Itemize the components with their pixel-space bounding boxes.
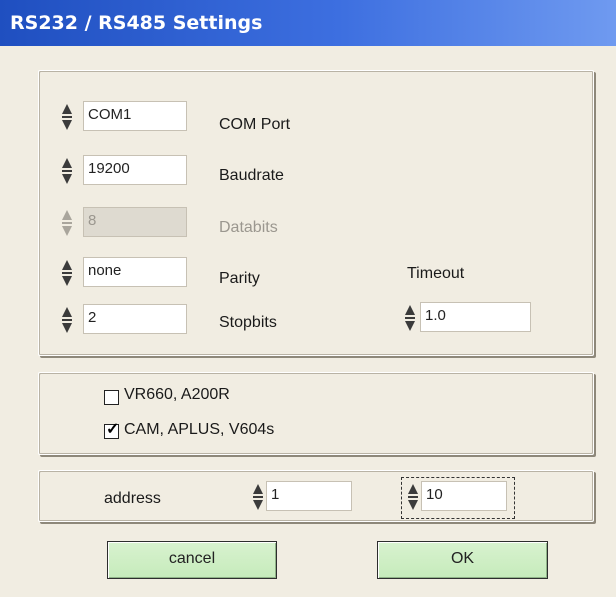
address-label: address (104, 490, 161, 507)
address2-spinner-icon[interactable] (408, 483, 418, 511)
com-port-spinner-icon[interactable] (62, 103, 72, 131)
parity-field[interactable]: none (83, 257, 187, 287)
vr660-checkbox[interactable] (104, 390, 119, 405)
stopbits-label: Stopbits (219, 314, 277, 331)
title-bar: RS232 / RS485 Settings (0, 0, 616, 46)
timeout-field[interactable]: 1.0 (420, 302, 531, 332)
checkmark-icon: ✓ (106, 421, 120, 438)
window-title: RS232 / RS485 Settings (10, 12, 263, 34)
ok-button[interactable]: OK (377, 541, 548, 579)
databits-field: 8 (83, 207, 187, 237)
device-type-panel (38, 372, 594, 455)
timeout-label: Timeout (407, 265, 465, 282)
databits-label: Databits (219, 219, 278, 236)
databits-spinner-icon (62, 209, 72, 237)
baudrate-label: Baudrate (219, 167, 284, 184)
parity-spinner-icon[interactable] (62, 259, 72, 287)
com-port-label: COM Port (219, 116, 291, 133)
stopbits-spinner-icon[interactable] (62, 306, 72, 334)
timeout-spinner-icon[interactable] (405, 304, 415, 332)
settings-window: RS232 / RS485 Settings COM1 COM Port 192… (0, 0, 616, 597)
address-field-2[interactable]: 10 (421, 481, 507, 511)
parity-label: Parity (219, 270, 260, 287)
cam-checkbox-label: CAM, APLUS, V604s (124, 421, 275, 438)
stopbits-field[interactable]: 2 (83, 304, 187, 334)
baudrate-spinner-icon[interactable] (62, 157, 72, 185)
vr660-checkbox-label: VR660, A200R (124, 386, 230, 403)
address1-spinner-icon[interactable] (253, 483, 263, 511)
cam-checkbox[interactable]: ✓ (104, 421, 120, 439)
com-port-field[interactable]: COM1 (83, 101, 187, 131)
address-field-1[interactable]: 1 (266, 481, 352, 511)
baudrate-field[interactable]: 19200 (83, 155, 187, 185)
cancel-button[interactable]: cancel (107, 541, 277, 579)
